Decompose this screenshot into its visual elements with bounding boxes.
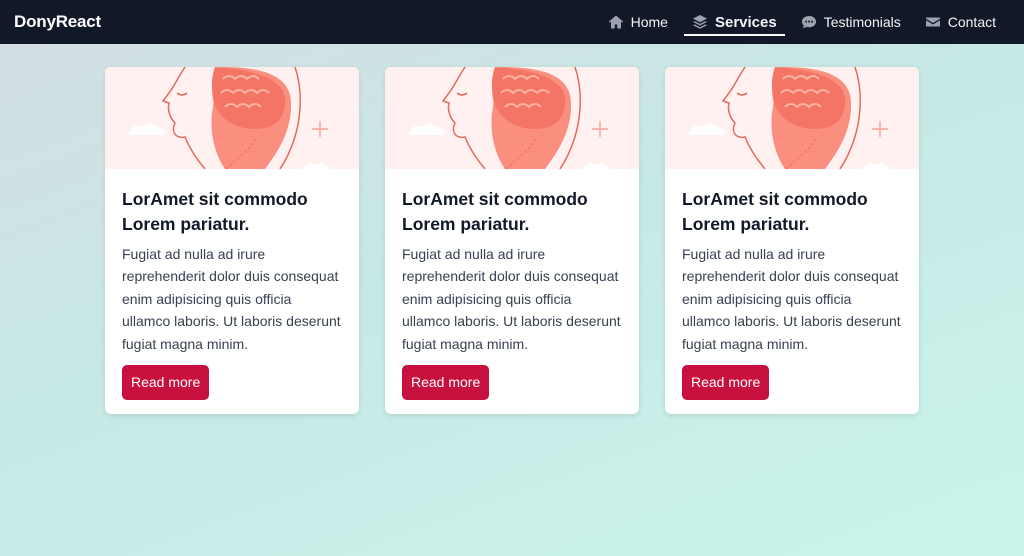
nav-item-label: Home	[630, 14, 668, 30]
chat-icon	[801, 14, 817, 30]
read-more-button[interactable]: Read more	[122, 365, 210, 401]
nav-links: Home Services Testimonials Contact	[592, 0, 1004, 44]
card-body: LorAmet sit commodo Lorem pariatur. Fugi…	[385, 169, 639, 401]
card-title: LorAmet sit commodo Lorem pariatur.	[122, 189, 308, 234]
service-card: LorAmet sit commodo Lorem pariatur. Fugi…	[105, 67, 359, 414]
card-title: LorAmet sit commodo Lorem pariatur.	[402, 189, 588, 234]
head-illustration	[105, 67, 359, 169]
read-more-button[interactable]: Read more	[682, 365, 770, 401]
nav-item-label: Services	[714, 13, 777, 31]
home-icon	[608, 14, 624, 30]
nav-item-services[interactable]: Services	[683, 0, 785, 44]
nav-item-home[interactable]: Home	[600, 0, 676, 44]
envelope-icon	[925, 14, 941, 30]
nav-item-label: Testimonials	[823, 14, 901, 30]
nav-item-contact[interactable]: Contact	[917, 0, 1004, 44]
service-card: LorAmet sit commodo Lorem pariatur. Fugi…	[665, 67, 919, 414]
navbar: DonyReact Home Services Testimonials Con…	[0, 0, 1024, 44]
head-illustration	[385, 67, 639, 169]
card-description: Fugiat ad nulla ad irure reprehenderit d…	[682, 246, 901, 352]
card-body: LorAmet sit commodo Lorem pariatur. Fugi…	[665, 169, 919, 401]
services-cards: LorAmet sit commodo Lorem pariatur. Fugi…	[105, 67, 919, 414]
service-card: LorAmet sit commodo Lorem pariatur. Fugi…	[385, 67, 639, 414]
head-illustration	[665, 67, 919, 169]
read-more-button[interactable]: Read more	[402, 365, 490, 401]
nav-item-label: Contact	[947, 14, 996, 30]
nav-item-testimonials[interactable]: Testimonials	[793, 0, 909, 44]
card-body: LorAmet sit commodo Lorem pariatur. Fugi…	[105, 169, 359, 401]
card-title: LorAmet sit commodo Lorem pariatur.	[682, 189, 868, 234]
card-description: Fugiat ad nulla ad irure reprehenderit d…	[122, 246, 341, 352]
brand-logo[interactable]: DonyReact	[14, 12, 101, 32]
layers-icon	[692, 14, 708, 30]
card-description: Fugiat ad nulla ad irure reprehenderit d…	[402, 246, 621, 352]
